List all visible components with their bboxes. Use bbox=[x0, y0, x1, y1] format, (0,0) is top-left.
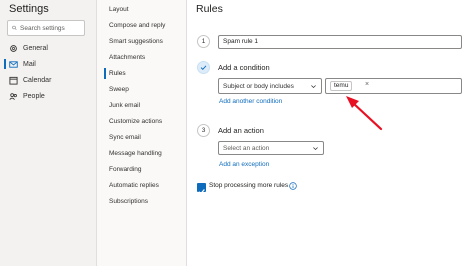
nav-item-label: People bbox=[23, 92, 45, 100]
step-3-label: Add an action bbox=[218, 126, 264, 135]
nav-item-people[interactable]: People bbox=[0, 89, 96, 103]
people-icon bbox=[9, 92, 17, 100]
checkmark-icon bbox=[200, 65, 207, 70]
nav-item-general[interactable]: General bbox=[0, 41, 96, 55]
add-exception-link[interactable]: Add an exception bbox=[219, 161, 269, 168]
settings-nav-pane: Settings General Mail Calendar People bbox=[0, 0, 97, 266]
page-title: Rules bbox=[196, 3, 223, 15]
condition-dropdown-value: Subject or body includes bbox=[223, 82, 294, 90]
nav-item-mail[interactable]: Mail bbox=[0, 57, 96, 71]
settings-title: Settings bbox=[9, 3, 49, 15]
nav-item-label: Mail bbox=[23, 60, 36, 68]
mail-setting-layout[interactable]: Layout bbox=[109, 5, 129, 15]
mail-setting-junk-email[interactable]: Junk email bbox=[109, 101, 140, 111]
gear-icon bbox=[10, 44, 17, 52]
calendar-icon bbox=[9, 76, 18, 85]
mail-setting-sweep[interactable]: Sweep bbox=[109, 85, 129, 95]
nav-item-label: General bbox=[23, 44, 48, 52]
mail-setting-automatic-replies[interactable]: Automatic replies bbox=[109, 181, 159, 191]
condition-dropdown[interactable]: Subject or body includes bbox=[218, 78, 322, 94]
action-dropdown[interactable]: Select an action bbox=[218, 141, 324, 155]
settings-search-box[interactable] bbox=[7, 20, 85, 36]
keyword-tag: temu bbox=[330, 81, 353, 91]
rules-editor: Rules 1 Spam rule 1 Add a condition Subj… bbox=[188, 0, 474, 266]
info-icon[interactable] bbox=[289, 182, 297, 190]
mail-icon bbox=[9, 60, 18, 68]
chevron-down-icon bbox=[311, 84, 316, 88]
settings-search-input[interactable] bbox=[20, 24, 84, 32]
step-2-check-badge bbox=[197, 61, 210, 74]
keyword-tag-field[interactable]: temu × bbox=[325, 78, 462, 94]
step-3-badge: 3 bbox=[197, 124, 210, 137]
remove-tag-button[interactable]: × bbox=[365, 80, 369, 90]
chevron-down-icon bbox=[313, 146, 318, 150]
search-icon bbox=[12, 25, 17, 31]
mail-setting-rules[interactable]: Rules bbox=[109, 69, 126, 79]
step-1-badge: 1 bbox=[197, 35, 210, 48]
mail-setting-sync-email[interactable]: Sync email bbox=[109, 133, 141, 143]
keyword-tag-text: temu bbox=[334, 82, 349, 89]
mail-setting-message-handling[interactable]: Message handling bbox=[109, 149, 162, 159]
step-2-label: Add a condition bbox=[218, 63, 270, 72]
stop-processing-checkbox[interactable] bbox=[197, 183, 206, 195]
mail-setting-compose-reply[interactable]: Compose and reply bbox=[109, 21, 165, 31]
mail-setting-smart-suggestions[interactable]: Smart suggestions bbox=[109, 37, 163, 47]
selected-indicator bbox=[104, 68, 106, 79]
checkmark-icon bbox=[198, 189, 205, 195]
mail-setting-customize-actions[interactable]: Customize actions bbox=[109, 117, 162, 127]
mail-setting-attachments[interactable]: Attachments bbox=[109, 53, 145, 63]
rule-name-input[interactable]: Spam rule 1 bbox=[218, 35, 462, 49]
mail-settings-list: Layout Compose and reply Smart suggestio… bbox=[97, 0, 187, 266]
add-another-condition-link[interactable]: Add another condition bbox=[219, 98, 282, 105]
mail-setting-subscriptions[interactable]: Subscriptions bbox=[109, 197, 148, 207]
nav-item-calendar[interactable]: Calendar bbox=[0, 73, 96, 87]
stop-processing-label: Stop processing more rules bbox=[209, 182, 289, 189]
mail-setting-forwarding[interactable]: Forwarding bbox=[109, 165, 142, 175]
action-dropdown-placeholder: Select an action bbox=[223, 144, 270, 152]
nav-item-label: Calendar bbox=[23, 76, 52, 84]
